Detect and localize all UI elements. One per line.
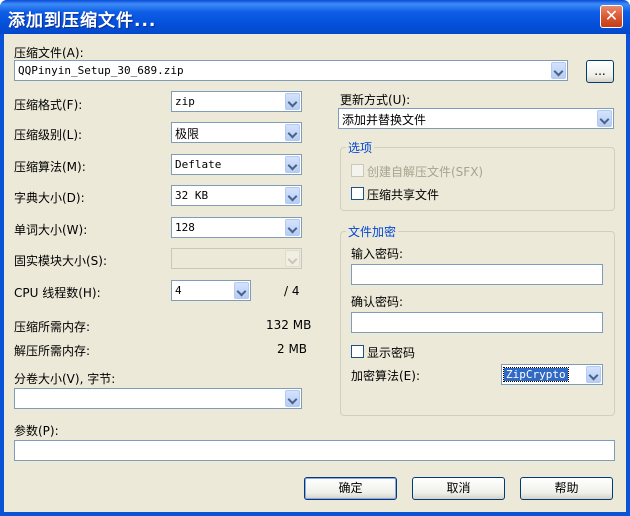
- shared-label: 压缩共享文件: [367, 188, 440, 202]
- threads-combo[interactable]: 4: [171, 280, 251, 301]
- update-value: 添加并替换文件: [342, 113, 427, 127]
- title-bar[interactable]: 添加到压缩文件... ✕: [0, 0, 630, 34]
- password-input[interactable]: [351, 264, 603, 285]
- method-combo[interactable]: Deflate: [171, 154, 302, 175]
- mem-decomp-value: 2 MB: [277, 342, 308, 356]
- level-combo[interactable]: 极限: [171, 122, 302, 143]
- sfx-label: 创建自解压文件(SFX): [367, 165, 484, 179]
- chevron-down-icon[interactable]: [285, 187, 300, 204]
- chevron-down-icon[interactable]: [285, 156, 300, 173]
- browse-button[interactable]: ...: [586, 60, 614, 83]
- word-combo[interactable]: 128: [171, 217, 302, 238]
- archive-value: QQPinyin_Setup_30_689.zip: [18, 64, 184, 77]
- dialog-window: 添加到压缩文件... ✕ 压缩文件(A): QQPinyin_Setup_30_…: [0, 0, 630, 516]
- chevron-down-icon[interactable]: [285, 93, 300, 110]
- method-label: 压缩算法(M):: [14, 160, 86, 174]
- format-value: zip: [175, 95, 195, 108]
- mem-comp-label: 压缩所需内存:: [14, 320, 91, 334]
- confirm-password-label: 确认密码:: [351, 295, 404, 309]
- chevron-down-icon[interactable]: [586, 366, 601, 383]
- method-value: Deflate: [175, 158, 222, 171]
- format-combo[interactable]: zip: [171, 91, 302, 112]
- format-label: 压缩格式(F):: [14, 98, 83, 112]
- chevron-down-icon[interactable]: [234, 282, 249, 299]
- encrypt-method-combo[interactable]: ZipCrypto: [501, 364, 603, 385]
- ok-button[interactable]: 确定: [304, 477, 397, 500]
- solid-combo: [171, 248, 302, 269]
- word-label: 单词大小(W):: [14, 223, 88, 237]
- mem-decomp-label: 解压所需内存:: [14, 344, 91, 358]
- dict-value: 32 KB: [175, 189, 209, 202]
- chevron-down-icon[interactable]: [597, 110, 612, 127]
- encrypt-method-label: 加密算法(E):: [351, 369, 420, 383]
- chevron-down-icon[interactable]: [285, 390, 300, 407]
- archive-label: 压缩文件(A):: [14, 46, 84, 60]
- mem-comp-value: 132 MB: [266, 318, 312, 332]
- chevron-down-icon[interactable]: [285, 219, 300, 236]
- chevron-down-icon: [285, 250, 300, 267]
- close-icon[interactable]: ✕: [600, 5, 623, 28]
- dialog-client: 压缩文件(A): QQPinyin_Setup_30_689.zip ... 压…: [4, 34, 626, 512]
- threads-value: 4: [175, 284, 182, 297]
- level-label: 压缩级别(L):: [14, 128, 83, 142]
- confirm-password-input[interactable]: [351, 312, 603, 333]
- volume-label: 分卷大小(V), 字节:: [14, 372, 116, 386]
- window-title: 添加到压缩文件...: [8, 11, 157, 31]
- show-password-label: 显示密码: [367, 346, 416, 360]
- update-combo[interactable]: 添加并替换文件: [338, 108, 614, 129]
- solid-label: 固实模块大小(S):: [14, 254, 108, 268]
- chevron-down-icon[interactable]: [551, 62, 566, 79]
- params-input[interactable]: [14, 440, 615, 461]
- threads-max: / 4: [284, 284, 300, 298]
- password-label: 输入密码:: [351, 247, 404, 261]
- shared-checkbox[interactable]: [351, 187, 364, 200]
- encryption-title: 文件加密: [346, 223, 399, 240]
- threads-label: CPU 线程数(H):: [14, 286, 101, 300]
- help-button[interactable]: 帮助: [520, 477, 613, 500]
- update-label: 更新方式(U):: [340, 93, 411, 107]
- encrypt-method-value: ZipCrypto: [503, 367, 569, 382]
- sfx-checkbox: [351, 164, 364, 177]
- archive-combo[interactable]: QQPinyin_Setup_30_689.zip: [14, 60, 568, 81]
- cancel-button[interactable]: 取消: [412, 477, 505, 500]
- options-title: 选项: [346, 139, 375, 156]
- chevron-down-icon[interactable]: [285, 124, 300, 141]
- level-value: 极限: [175, 127, 200, 141]
- volume-combo[interactable]: [14, 388, 302, 409]
- dict-label: 字典大小(D):: [14, 191, 85, 205]
- params-label: 参数(P):: [14, 424, 59, 438]
- word-value: 128: [175, 221, 195, 234]
- show-password-checkbox[interactable]: [351, 345, 364, 358]
- dict-combo[interactable]: 32 KB: [171, 185, 302, 206]
